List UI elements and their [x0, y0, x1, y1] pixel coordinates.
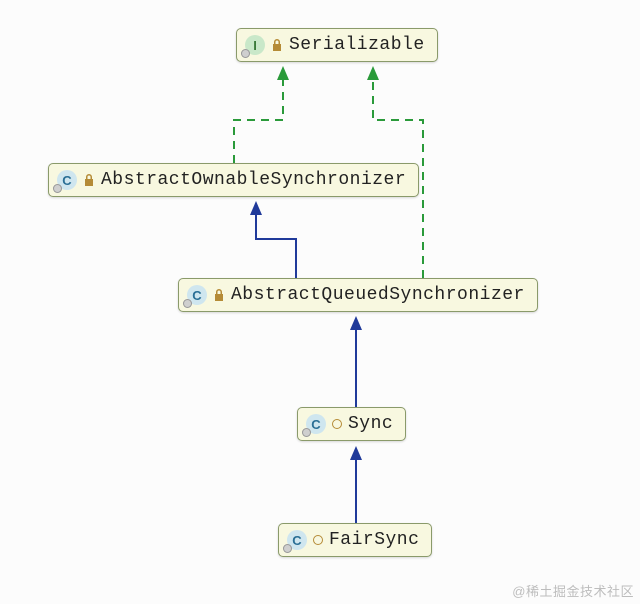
node-label: Sync [348, 414, 393, 434]
class-icon: C [57, 170, 77, 190]
node-abstract-queued-synchronizer: C AbstractQueuedSynchronizer [178, 278, 538, 312]
edge-extends-aqs-aos [256, 215, 296, 278]
node-label: Serializable [289, 35, 425, 55]
lock-icon [83, 173, 95, 187]
node-fairsync: C FairSync [278, 523, 432, 557]
class-icon: C [287, 530, 307, 550]
watermark: @稀土掘金技术社区 [512, 581, 634, 600]
edge-implements-aos-serializable [234, 80, 283, 163]
lock-icon [213, 288, 225, 302]
node-label: FairSync [329, 530, 419, 550]
package-visibility-icon [313, 535, 323, 545]
lock-icon [271, 38, 283, 52]
node-label: AbstractOwnableSynchronizer [101, 170, 406, 190]
class-icon: C [306, 414, 326, 434]
node-serializable: I Serializable [236, 28, 438, 62]
package-visibility-icon [332, 419, 342, 429]
class-icon: C [187, 285, 207, 305]
node-abstract-ownable-synchronizer: C AbstractOwnableSynchronizer [48, 163, 419, 197]
interface-icon: I [245, 35, 265, 55]
node-label: AbstractQueuedSynchronizer [231, 285, 525, 305]
node-sync: C Sync [297, 407, 406, 441]
